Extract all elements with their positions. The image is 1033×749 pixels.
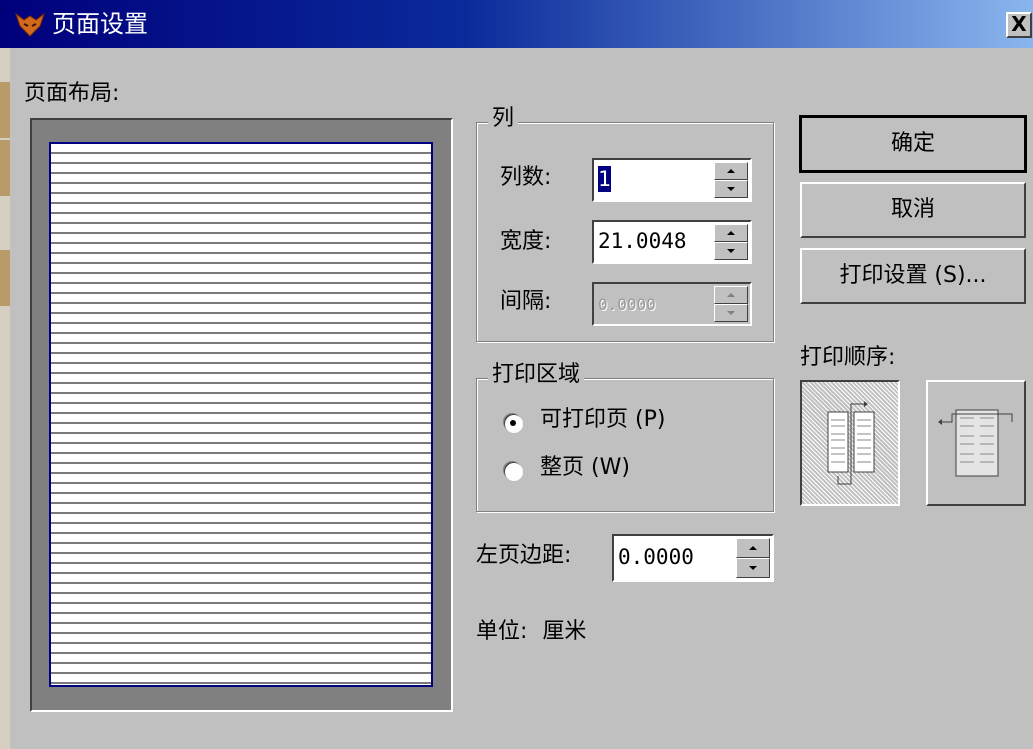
units-label: 单位: 厘米 [476, 618, 586, 646]
print-area-group [476, 378, 774, 512]
column-count-up-button[interactable] [714, 162, 748, 180]
printable-page-label[interactable]: 可打印页 (P) [540, 406, 665, 434]
ok-button[interactable]: 确定 [800, 116, 1026, 172]
close-button[interactable]: X [1006, 12, 1032, 38]
whole-page-radio[interactable] [504, 462, 522, 480]
print-setup-button[interactable]: 打印设置 (S)... [800, 248, 1026, 304]
left-to-right-order-icon [938, 409, 1013, 477]
width-up-button[interactable] [714, 224, 748, 242]
column-count-down-button[interactable] [714, 180, 748, 198]
width-down-button[interactable] [714, 242, 748, 260]
spacing-spinner: 0.0000 [592, 282, 752, 326]
background-thumbnail [0, 82, 10, 138]
cancel-button[interactable]: 取消 [800, 182, 1026, 238]
top-to-bottom-order-icon [827, 401, 875, 485]
page-layout-preview [30, 118, 453, 712]
background-thumbnail [0, 250, 10, 306]
column-count-value[interactable]: 1 [598, 166, 611, 192]
print-order-left-to-right-button[interactable] [926, 380, 1026, 506]
background-thumbnail [0, 140, 10, 196]
spacing-value: 0.0000 [598, 295, 656, 314]
page-sheet-preview [49, 142, 433, 687]
page-layout-label: 页面布局: [24, 81, 120, 106]
units-value: 厘米 [542, 619, 587, 644]
column-count-label: 列数: [500, 165, 552, 190]
foxpro-fox-icon [15, 12, 45, 37]
width-spinner[interactable]: 21.0048 [592, 220, 752, 264]
dialog-title: 页面设置 [52, 10, 148, 38]
left-margin-up-button[interactable] [736, 538, 770, 558]
spacing-down-button [714, 304, 748, 322]
print-order-label: 打印顺序: [800, 345, 896, 370]
width-value[interactable]: 21.0048 [598, 228, 687, 254]
printable-page-radio[interactable] [504, 414, 522, 432]
whole-page-label[interactable]: 整页 (W) [540, 454, 630, 482]
print-area-group-title: 打印区域 [488, 362, 585, 388]
column-count-spinner[interactable]: 1 [592, 158, 752, 202]
left-margin-spinner[interactable]: 0.0000 [612, 534, 774, 582]
print-order-top-to-bottom-button[interactable] [800, 380, 900, 506]
left-margin-label: 左页边距: [476, 543, 572, 568]
columns-group-title: 列 [488, 106, 519, 132]
left-margin-value[interactable]: 0.0000 [618, 544, 694, 570]
spacing-up-button [714, 286, 748, 304]
units-caption: 单位: [476, 619, 528, 644]
left-margin-down-button[interactable] [736, 558, 770, 578]
title-bar [0, 0, 1033, 48]
width-label: 宽度: [500, 229, 552, 254]
spacing-label: 间隔: [500, 289, 552, 314]
